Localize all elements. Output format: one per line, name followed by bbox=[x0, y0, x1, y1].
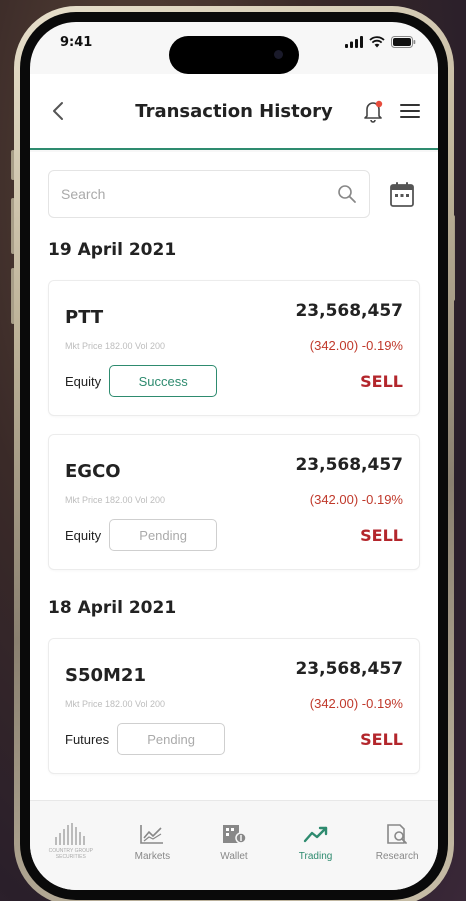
search-box[interactable] bbox=[48, 170, 370, 218]
tab-label: Markets bbox=[134, 851, 171, 862]
instrument-type: Futures bbox=[65, 731, 110, 747]
tab-label: Research bbox=[375, 851, 419, 862]
tab-bar: COUNTRY GROUP SECURITIES Markets Wallet … bbox=[30, 800, 438, 890]
tab-home-logo[interactable]: COUNTRY GROUP SECURITIES bbox=[36, 823, 106, 890]
date-heading: 18 April 2021 bbox=[48, 598, 177, 618]
camera-icon bbox=[274, 50, 283, 59]
phone-bezel: 9:41 Transaction History Search 19 April… bbox=[20, 12, 448, 900]
status-badge: Pending bbox=[109, 519, 218, 551]
header-actions bbox=[362, 99, 420, 123]
header: Transaction History bbox=[30, 74, 438, 150]
order-side: SELL bbox=[360, 729, 403, 749]
search-input[interactable] bbox=[61, 186, 261, 202]
search-row bbox=[48, 170, 420, 218]
price-change: (342.00) -0.19% bbox=[309, 338, 403, 353]
market-info: Mkt Price 182.00 Vol 200 bbox=[65, 340, 166, 351]
tab-wallet[interactable]: Wallet bbox=[199, 823, 269, 890]
bell-icon[interactable] bbox=[362, 99, 384, 123]
status-icons bbox=[345, 36, 416, 48]
instrument-type: Equity bbox=[65, 373, 102, 389]
instrument-type: Equity bbox=[65, 527, 102, 543]
transaction-card-s50m21[interactable]: S50M21 23,568,457 Mkt Price 182.00 Vol 2… bbox=[48, 638, 420, 774]
tab-label: Wallet bbox=[220, 851, 248, 862]
brand-logo-icon bbox=[54, 823, 85, 845]
price-change: (342.00) -0.19% bbox=[309, 492, 403, 507]
status-badge: Success bbox=[109, 365, 218, 397]
wifi-icon bbox=[369, 36, 385, 48]
chart-line-icon bbox=[140, 825, 164, 844]
order-side: SELL bbox=[360, 371, 403, 391]
tab-markets[interactable]: Markets bbox=[117, 823, 187, 890]
tab-research[interactable]: Research bbox=[362, 823, 432, 890]
status-time: 9:41 bbox=[60, 34, 93, 50]
transaction-card-ptt[interactable]: PTT 23,568,457 Mkt Price 182.00 Vol 200 … bbox=[48, 280, 420, 416]
trending-up-icon bbox=[303, 826, 327, 843]
tab-label: Trading bbox=[298, 851, 333, 862]
date-heading: 19 April 2021 bbox=[48, 240, 177, 260]
screen: 9:41 Transaction History Search 19 April… bbox=[30, 22, 438, 890]
wallet-icon bbox=[222, 825, 247, 844]
symbol: EGCO bbox=[65, 461, 121, 482]
battery-icon bbox=[391, 36, 416, 48]
menu-icon[interactable] bbox=[400, 103, 420, 119]
amount: 23,568,457 bbox=[295, 301, 403, 321]
amount: 23,568,457 bbox=[295, 455, 403, 475]
symbol: PTT bbox=[65, 307, 104, 328]
calendar-icon[interactable] bbox=[390, 181, 414, 207]
back-icon[interactable] bbox=[48, 100, 70, 122]
order-side: SELL bbox=[360, 525, 403, 545]
amount: 23,568,457 bbox=[295, 659, 403, 679]
price-change: (342.00) -0.19% bbox=[309, 696, 403, 711]
symbol: S50M21 bbox=[65, 665, 146, 686]
transaction-list: 19 April 2021 PTT 23,568,457 Mkt Price 1… bbox=[30, 152, 438, 800]
search-icon[interactable] bbox=[337, 184, 357, 204]
signal-icon bbox=[345, 36, 363, 48]
transaction-card-egco[interactable]: EGCO 23,568,457 Mkt Price 182.00 Vol 200… bbox=[48, 434, 420, 570]
market-info: Mkt Price 182.00 Vol 200 bbox=[65, 494, 166, 505]
market-info: Mkt Price 182.00 Vol 200 bbox=[65, 698, 166, 709]
phone-frame: 9:41 Transaction History Search 19 April… bbox=[14, 6, 454, 901]
dynamic-island bbox=[169, 36, 299, 74]
status-badge: Pending bbox=[117, 723, 226, 755]
research-icon bbox=[387, 824, 408, 844]
brand-logo-text: COUNTRY GROUP SECURITIES bbox=[48, 848, 93, 860]
tab-trading[interactable]: Trading bbox=[281, 823, 351, 890]
